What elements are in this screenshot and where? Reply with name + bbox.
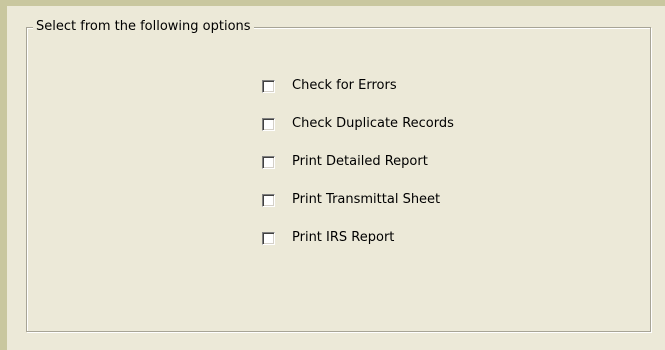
options-groupbox [26, 27, 651, 332]
check-duplicate-records-checkbox[interactable] [262, 117, 275, 131]
print-transmittal-sheet-option[interactable]: Print Transmittal Sheet [262, 191, 440, 209]
groupbox-caption: Select from the following options [33, 19, 254, 35]
print-irs-report-label[interactable]: Print IRS Report [292, 229, 394, 247]
print-detailed-report-option[interactable]: Print Detailed Report [262, 153, 428, 171]
check-duplicate-records-label[interactable]: Check Duplicate Records [292, 115, 454, 133]
check-for-errors-option[interactable]: Check for Errors [262, 77, 397, 95]
print-transmittal-sheet-checkbox[interactable] [262, 193, 275, 207]
print-transmittal-sheet-label[interactable]: Print Transmittal Sheet [292, 191, 440, 209]
print-detailed-report-checkbox[interactable] [262, 155, 275, 169]
print-detailed-report-label[interactable]: Print Detailed Report [292, 153, 428, 171]
left-border-strip [0, 0, 7, 350]
print-irs-report-option[interactable]: Print IRS Report [262, 229, 394, 247]
check-for-errors-checkbox[interactable] [262, 79, 275, 93]
print-irs-report-checkbox[interactable] [262, 231, 275, 245]
check-duplicate-records-option[interactable]: Check Duplicate Records [262, 115, 454, 133]
check-for-errors-label[interactable]: Check for Errors [292, 77, 397, 95]
